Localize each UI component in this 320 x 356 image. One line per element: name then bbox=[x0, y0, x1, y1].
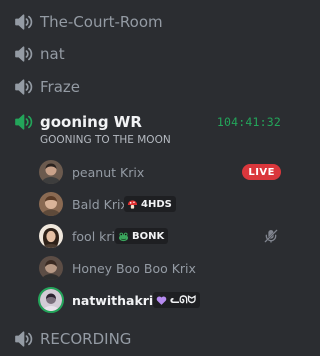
tag-label: ᓚᘏᗢ bbox=[170, 294, 196, 306]
voice-channel-nat[interactable]: nat bbox=[0, 38, 297, 70]
channel-status: GOONING TO THE MOON bbox=[40, 134, 171, 146]
channel-name: RECORDING bbox=[40, 330, 132, 348]
tag-label: 4HDS bbox=[141, 198, 172, 210]
avatar bbox=[38, 287, 64, 313]
purple-heart-icon bbox=[156, 295, 167, 305]
live-badge: LIVE bbox=[242, 164, 281, 180]
channel-name: nat bbox=[40, 45, 65, 63]
avatar bbox=[39, 160, 63, 184]
tag-label: BONK bbox=[132, 230, 165, 242]
speaker-icon bbox=[15, 46, 33, 62]
server-tag: BONK bbox=[115, 228, 169, 244]
voice-channel-the-court-room[interactable]: The-Court-Room bbox=[0, 6, 297, 38]
username: peanut Krix bbox=[72, 164, 145, 180]
username: natwithakrix bbox=[72, 292, 162, 308]
avatar bbox=[39, 192, 63, 216]
username: Honey Boo Boo Krix bbox=[72, 260, 196, 276]
channel-name: gooning WR bbox=[40, 113, 142, 131]
speaker-icon bbox=[15, 79, 33, 95]
voice-channel-recording[interactable]: RECORDING bbox=[0, 323, 297, 355]
voice-channel-fraze[interactable]: Fraze bbox=[0, 71, 297, 103]
username: Bald Krix bbox=[72, 196, 128, 212]
voice-user-fool-krix[interactable]: fool krix BONK bbox=[32, 221, 289, 251]
channel-name: The-Court-Room bbox=[40, 13, 163, 31]
server-tag: ᓚᘏᗢ bbox=[153, 292, 200, 308]
speaker-icon bbox=[15, 14, 33, 30]
frog-icon bbox=[118, 232, 129, 241]
channel-timer: 104:41:32 bbox=[216, 115, 281, 129]
deafened-icon bbox=[264, 229, 278, 243]
voice-channel-list: The-Court-Room nat Fraze gooning WR 104:… bbox=[0, 0, 297, 356]
server-tag: 4HDS bbox=[124, 196, 176, 212]
voice-user-bald-krix[interactable]: Bald Krix 4HDS bbox=[32, 189, 289, 219]
voice-user-natwithakrix[interactable]: natwithakrix ᓚᘏᗢ bbox=[32, 285, 289, 315]
mushroom-icon bbox=[127, 199, 138, 209]
speaker-icon bbox=[15, 114, 33, 130]
avatar bbox=[39, 256, 63, 280]
voice-user-honey-boo-boo-krix[interactable]: Honey Boo Boo Krix bbox=[32, 253, 289, 283]
avatar bbox=[39, 224, 63, 248]
speaker-icon bbox=[15, 331, 33, 347]
channel-name: Fraze bbox=[40, 78, 80, 96]
voice-user-peanut-krix[interactable]: peanut Krix LIVE bbox=[32, 157, 289, 187]
